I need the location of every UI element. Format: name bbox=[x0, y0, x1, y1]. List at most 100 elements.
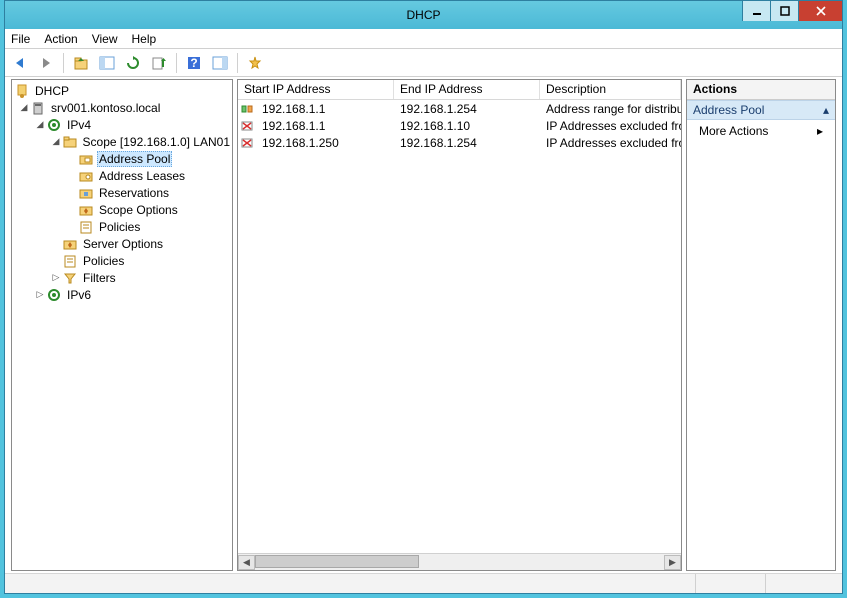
scroll-left-button[interactable]: ◀ bbox=[238, 555, 255, 570]
actions-more-actions[interactable]: More Actions ▸ bbox=[687, 120, 835, 142]
expand-icon[interactable]: ▷ bbox=[34, 289, 46, 300]
menu-help[interactable]: Help bbox=[132, 32, 157, 46]
statusbar bbox=[5, 573, 842, 593]
tree-node-address-leases[interactable]: Address Leases bbox=[12, 167, 232, 184]
menubar: File Action View Help bbox=[5, 29, 842, 49]
tree-label: srv001.kontoso.local bbox=[49, 101, 162, 115]
cell-start-ip: 192.168.1.250 bbox=[256, 136, 394, 150]
minimize-button[interactable] bbox=[742, 1, 770, 21]
dhcp-service-icon bbox=[14, 83, 30, 99]
tree-node-ipv4[interactable]: ◢ IPv4 bbox=[12, 116, 232, 133]
collapse-icon[interactable]: ◢ bbox=[34, 119, 46, 130]
exclusion-range-icon bbox=[238, 136, 256, 150]
column-description[interactable]: Description bbox=[540, 80, 681, 99]
tree-label: Policies bbox=[97, 220, 142, 234]
back-button[interactable] bbox=[9, 52, 31, 74]
tree-pane: DHCP ◢ srv001.kontoso.local ◢ IPv4 ◢ Sco… bbox=[11, 79, 233, 571]
mmc-window: DHCP File Action View Help ? bbox=[4, 0, 843, 594]
toolbar-separator bbox=[237, 53, 238, 73]
tree-label: Filters bbox=[81, 271, 118, 285]
show-hide-action-pane-button[interactable] bbox=[209, 52, 231, 74]
menu-view[interactable]: View bbox=[92, 32, 118, 46]
folder-icon bbox=[62, 134, 78, 150]
ipv4-icon bbox=[46, 117, 62, 133]
reservations-icon bbox=[78, 185, 94, 201]
window-title: DHCP bbox=[406, 8, 440, 22]
tree-label: Server Options bbox=[81, 237, 165, 251]
close-button[interactable] bbox=[798, 1, 842, 21]
menu-action[interactable]: Action bbox=[44, 32, 77, 46]
menu-file[interactable]: File bbox=[11, 32, 30, 46]
up-button[interactable] bbox=[70, 52, 92, 74]
list-body: 192.168.1.1 192.168.1.254 Address range … bbox=[238, 100, 681, 553]
cell-end-ip: 192.168.1.254 bbox=[394, 136, 540, 150]
policies-icon bbox=[78, 219, 94, 235]
tree-node-server-options[interactable]: Server Options bbox=[12, 235, 232, 252]
help-button[interactable]: ? bbox=[183, 52, 205, 74]
expand-icon[interactable]: ▷ bbox=[50, 272, 62, 283]
exclusion-range-icon bbox=[238, 119, 256, 133]
address-leases-icon bbox=[78, 168, 94, 184]
refresh-button[interactable] bbox=[122, 52, 144, 74]
scroll-thumb[interactable] bbox=[255, 555, 419, 568]
export-list-button[interactable] bbox=[148, 52, 170, 74]
tree-label: Address Pool bbox=[97, 151, 172, 167]
chevron-right-icon: ▸ bbox=[817, 124, 823, 138]
new-action-button[interactable] bbox=[244, 52, 266, 74]
tree-node-scope[interactable]: ◢ Scope [192.168.1.0] LAN01 bbox=[12, 133, 232, 150]
cell-description: IP Addresses excluded from distribution bbox=[540, 136, 681, 150]
tree-label: IPv4 bbox=[65, 118, 93, 132]
server-options-icon bbox=[62, 236, 78, 252]
tree-node-filters[interactable]: ▷ Filters bbox=[12, 269, 232, 286]
cell-start-ip: 192.168.1.1 bbox=[256, 102, 394, 116]
horizontal-scrollbar[interactable]: ◀ ▶ bbox=[238, 553, 681, 570]
tree-node-scope-policies[interactable]: Policies bbox=[12, 218, 232, 235]
tree-node-root[interactable]: DHCP bbox=[12, 82, 232, 99]
tree-node-address-pool[interactable]: Address Pool bbox=[12, 150, 232, 167]
tree-label: Scope Options bbox=[97, 203, 180, 217]
tree-label: Address Leases bbox=[97, 169, 187, 183]
tree: DHCP ◢ srv001.kontoso.local ◢ IPv4 ◢ Sco… bbox=[12, 80, 232, 305]
tree-node-ipv6[interactable]: ▷ IPv6 bbox=[12, 286, 232, 303]
list-header: Start IP Address End IP Address Descript… bbox=[238, 80, 681, 100]
server-icon bbox=[30, 100, 46, 116]
tree-node-server[interactable]: ◢ srv001.kontoso.local bbox=[12, 99, 232, 116]
column-start-ip[interactable]: Start IP Address bbox=[238, 80, 394, 99]
cell-description: IP Addresses excluded from distribution bbox=[540, 119, 681, 133]
tree-node-server-policies[interactable]: Policies bbox=[12, 252, 232, 269]
tree-label: IPv6 bbox=[65, 288, 93, 302]
collapse-icon: ▴ bbox=[823, 103, 829, 117]
forward-button[interactable] bbox=[35, 52, 57, 74]
scroll-right-button[interactable]: ▶ bbox=[664, 555, 681, 570]
cell-end-ip: 192.168.1.10 bbox=[394, 119, 540, 133]
toolbar-separator bbox=[176, 53, 177, 73]
tree-label: DHCP bbox=[33, 84, 71, 98]
cell-start-ip: 192.168.1.1 bbox=[256, 119, 394, 133]
list-row[interactable]: 192.168.1.1 192.168.1.10 IP Addresses ex… bbox=[238, 117, 681, 134]
toolbar: ? bbox=[5, 49, 842, 77]
collapse-icon[interactable]: ◢ bbox=[18, 102, 30, 113]
scroll-track[interactable] bbox=[255, 555, 664, 570]
ipv6-icon bbox=[46, 287, 62, 303]
list-row[interactable]: 192.168.1.250 192.168.1.254 IP Addresses… bbox=[238, 134, 681, 151]
address-range-icon bbox=[238, 102, 256, 116]
list-row[interactable]: 192.168.1.1 192.168.1.254 Address range … bbox=[238, 100, 681, 117]
column-end-ip[interactable]: End IP Address bbox=[394, 80, 540, 99]
show-hide-tree-button[interactable] bbox=[96, 52, 118, 74]
tree-label: Policies bbox=[81, 254, 126, 268]
actions-section-title[interactable]: Address Pool ▴ bbox=[687, 100, 835, 120]
window-controls bbox=[742, 1, 842, 21]
policies-icon bbox=[62, 253, 78, 269]
tree-node-scope-options[interactable]: Scope Options bbox=[12, 201, 232, 218]
tree-node-reservations[interactable]: Reservations bbox=[12, 184, 232, 201]
actions-header: Actions bbox=[687, 80, 835, 100]
collapse-icon[interactable]: ◢ bbox=[50, 136, 62, 147]
toolbar-separator bbox=[63, 53, 64, 73]
content-area: DHCP ◢ srv001.kontoso.local ◢ IPv4 ◢ Sco… bbox=[11, 79, 836, 571]
address-pool-icon bbox=[78, 151, 94, 167]
actions-section-label: Address Pool bbox=[693, 103, 764, 117]
list-pane: Start IP Address End IP Address Descript… bbox=[237, 79, 682, 571]
maximize-button[interactable] bbox=[770, 1, 798, 21]
actions-pane: Actions Address Pool ▴ More Actions ▸ bbox=[686, 79, 836, 571]
tree-label: Scope [192.168.1.0] LAN01 bbox=[81, 135, 232, 149]
